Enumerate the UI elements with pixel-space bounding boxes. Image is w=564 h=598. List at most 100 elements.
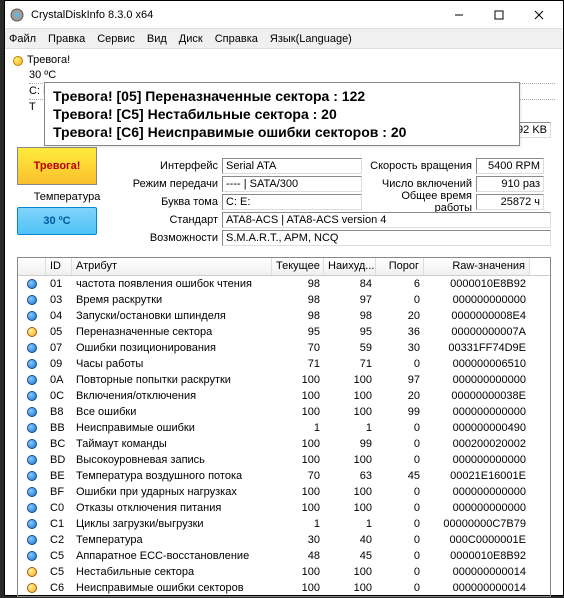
cell-worst: 40 (324, 534, 376, 546)
cell-current: 100 (272, 438, 324, 450)
cell-worst: 71 (324, 358, 376, 370)
cell-raw: 00000000C7B79 (424, 518, 530, 530)
cell-attribute: Запуски/остановки шпинделя (72, 310, 272, 322)
cell-attribute: частота появления ошибок чтения (72, 278, 272, 290)
menu-disk[interactable]: Диск (179, 33, 203, 45)
cell-threshold: 6 (376, 278, 424, 290)
alert-tooltip: Тревога! [05] Переназначенные сектора : … (44, 82, 520, 146)
table-row[interactable]: BCТаймаут команды100990000200020002 (18, 436, 550, 452)
cell-current: 100 (272, 486, 324, 498)
cell-id: BF (46, 486, 72, 498)
status-orb-icon (27, 439, 37, 449)
features-value: S.M.A.R.T., APM, NCQ (222, 230, 551, 246)
col-raw[interactable]: Raw-значения (424, 258, 530, 275)
cell-attribute: Циклы загрузки/выгрузки (72, 518, 272, 530)
table-row[interactable]: 0CВключения/отключения100100200000000003… (18, 388, 550, 404)
cell-current: 70 (272, 470, 324, 482)
cell-current: 100 (272, 582, 324, 594)
table-row[interactable]: 0AПовторные попытки раскрутки10010097000… (18, 372, 550, 388)
menu-view[interactable]: Вид (147, 33, 167, 45)
status-orb-icon (27, 327, 37, 337)
col-attribute[interactable]: Атрибут (72, 258, 272, 275)
cell-attribute: Неисправимые ошибки секторов (72, 582, 272, 594)
close-button[interactable] (519, 3, 559, 27)
cell-raw: 00000000038E (424, 390, 530, 402)
status-orb-icon (27, 407, 37, 417)
temperature-button[interactable]: 30 ºC (17, 207, 97, 235)
cell-threshold: 97 (376, 374, 424, 386)
cell-id: C1 (46, 518, 72, 530)
cell-worst: 100 (324, 582, 376, 594)
cell-attribute: Отказы отключения питания (72, 502, 272, 514)
cell-worst: 45 (324, 550, 376, 562)
menu-service[interactable]: Сервис (97, 33, 135, 45)
smart-table-body[interactable]: 01частота появления ошибок чтения9884600… (18, 276, 550, 597)
cell-id: C2 (46, 534, 72, 546)
menu-lang[interactable]: Язык(Language) (270, 33, 352, 45)
table-row[interactable]: 04Запуски/остановки шпинделя989820000000… (18, 308, 550, 324)
cell-current: 100 (272, 374, 324, 386)
cell-threshold: 0 (376, 438, 424, 450)
table-row[interactable]: 07Ошибки позиционирования70593000331FF74… (18, 340, 550, 356)
rotation-speed-label: Скорость вращения (362, 160, 476, 172)
table-row[interactable]: C7CRC-ошибки UltraDMA2002000000000000000 (18, 596, 550, 597)
cell-worst: 100 (324, 374, 376, 386)
table-row[interactable]: 01частота появления ошибок чтения9884600… (18, 276, 550, 292)
table-row[interactable]: C1Циклы загрузки/выгрузки11000000000C7B7… (18, 516, 550, 532)
col-id[interactable]: ID (46, 258, 72, 275)
cell-attribute: Неисправимые ошибки (72, 422, 272, 434)
table-row[interactable]: BBНеисправимые ошибки110000000000490 (18, 420, 550, 436)
status-orb-icon (27, 311, 37, 321)
alert-line: Тревога! [C6] Неисправимые ошибки сектор… (53, 123, 511, 141)
table-row[interactable]: BDВысокоуровневая запись1001000000000000… (18, 452, 550, 468)
cell-raw: 000000000000 (424, 406, 530, 418)
table-row[interactable]: C0Отказы отключения питания1001000000000… (18, 500, 550, 516)
cell-id: C5 (46, 550, 72, 562)
tree-alert-row[interactable]: Тревога! (13, 53, 555, 68)
cell-id: 07 (46, 342, 72, 354)
table-row[interactable]: 03Время раскрутки98970000000000000 (18, 292, 550, 308)
health-status-button[interactable]: Тревога! (17, 147, 97, 185)
cell-raw: 000200020002 (424, 438, 530, 450)
maximize-button[interactable] (479, 3, 519, 27)
menu-help[interactable]: Справка (215, 33, 258, 45)
col-current[interactable]: Текущее (272, 258, 324, 275)
cell-raw: 0000010E8B92 (424, 278, 530, 290)
cell-worst: 100 (324, 454, 376, 466)
cell-attribute: Все ошибки (72, 406, 272, 418)
col-threshold[interactable]: Порог (376, 258, 424, 275)
table-row[interactable]: BEТемпература воздушного потока706345000… (18, 468, 550, 484)
table-row[interactable]: BFОшибки при ударных нагрузках1001000000… (18, 484, 550, 500)
table-row[interactable]: B8Все ошибки10010099000000000000 (18, 404, 550, 420)
cell-worst: 84 (324, 278, 376, 290)
cell-attribute: Нестабильные сектора (72, 566, 272, 578)
cell-id: C0 (46, 502, 72, 514)
table-row[interactable]: C5Нестабильные сектора100100000000000001… (18, 564, 550, 580)
status-orb-icon (27, 359, 37, 369)
cell-id: 03 (46, 294, 72, 306)
table-row[interactable]: C5Аппаратное ECC-восстановление484500000… (18, 548, 550, 564)
cell-worst: 100 (324, 566, 376, 578)
cell-raw: 000000006510 (424, 358, 530, 370)
status-orb-icon (27, 423, 37, 433)
cell-attribute: Температура воздушного потока (72, 470, 272, 482)
cell-current: 70 (272, 342, 324, 354)
cell-current: 100 (272, 406, 324, 418)
cell-id: C6 (46, 582, 72, 594)
cell-current: 98 (272, 278, 324, 290)
table-row[interactable]: 05Переназначенные сектора959536000000000… (18, 324, 550, 340)
table-row[interactable]: 09Часы работы71710000000006510 (18, 356, 550, 372)
table-row[interactable]: C2Температура30400000C0000001E (18, 532, 550, 548)
col-worst[interactable]: Наихуд... (324, 258, 376, 275)
cell-raw: 000000000000 (424, 374, 530, 386)
drive-letter-value: C: E: (222, 194, 362, 210)
table-row[interactable]: C6Неисправимые ошибки секторов1001000000… (18, 580, 550, 596)
minimize-button[interactable] (439, 3, 479, 27)
status-orb-icon (27, 551, 37, 561)
menu-file[interactable]: Файл (9, 33, 36, 45)
cell-id: 05 (46, 326, 72, 338)
cell-threshold: 0 (376, 582, 424, 594)
cell-raw: 000000000000 (424, 486, 530, 498)
interface-label: Интерфейс (117, 160, 222, 172)
menu-edit[interactable]: Правка (48, 33, 85, 45)
